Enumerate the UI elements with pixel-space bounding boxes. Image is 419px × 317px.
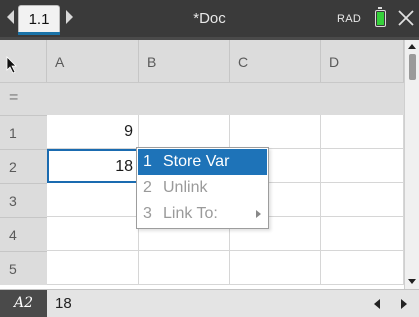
cell-d3[interactable] — [321, 183, 404, 217]
cell-a5[interactable] — [47, 251, 139, 285]
scroll-down-icon[interactable] — [408, 279, 416, 284]
column-formula-row[interactable]: = — [0, 82, 404, 115]
entry-line-input[interactable]: 18 — [55, 295, 72, 312]
scrollbar-thumb[interactable] — [409, 54, 416, 80]
angle-mode-indicator: RAD — [337, 13, 362, 25]
cell-a2[interactable]: 18 — [47, 149, 139, 183]
scroll-right-icon[interactable] — [401, 299, 407, 309]
column-header-a[interactable]: A — [47, 40, 139, 82]
entry-line: A2 18 — [0, 289, 419, 317]
row-header-4[interactable]: 4 — [0, 217, 47, 251]
menu-item-label: Unlink — [163, 179, 208, 196]
menu-item-unlink[interactable]: 2 Unlink — [138, 175, 267, 201]
row-header-2[interactable]: 2 — [0, 149, 47, 183]
row-header-3[interactable]: 3 — [0, 183, 47, 217]
cell-d4[interactable] — [321, 217, 404, 251]
scroll-left-icon[interactable] — [374, 299, 380, 309]
cell-d5[interactable] — [321, 251, 404, 285]
mouse-cursor-icon — [6, 56, 17, 74]
menu-item-number: 1 — [143, 153, 152, 170]
scroll-up-icon[interactable] — [408, 44, 416, 49]
context-menu: 1 Store Var 2 Unlink 3 Link To: — [136, 147, 269, 229]
column-header-b[interactable]: B — [139, 40, 230, 82]
cell-c1[interactable] — [230, 115, 321, 149]
menu-item-label: Store Var — [163, 153, 230, 170]
battery-icon — [375, 7, 386, 27]
menu-item-store-var[interactable]: 1 Store Var — [138, 149, 267, 175]
cell-a4[interactable] — [47, 217, 139, 251]
cell-a3[interactable] — [47, 183, 139, 217]
submenu-arrow-icon — [256, 210, 261, 218]
menu-item-label: Link To: — [163, 205, 218, 222]
row-header-1[interactable]: 1 — [0, 115, 47, 149]
cell-c5[interactable] — [230, 251, 321, 285]
row-header-5[interactable]: 5 — [0, 251, 47, 285]
document-toolbar: 1.1 *Doc RAD — [0, 0, 419, 40]
menu-item-link-to[interactable]: 3 Link To: — [138, 201, 267, 227]
cell-d2[interactable] — [321, 149, 404, 183]
cell-b5[interactable] — [139, 251, 230, 285]
cell-b1[interactable] — [139, 115, 230, 149]
menu-item-number: 2 — [143, 179, 152, 196]
cell-a1[interactable]: 9 — [47, 115, 139, 149]
column-header-d[interactable]: D — [321, 40, 404, 82]
close-icon[interactable] — [397, 9, 415, 27]
vertical-scrollbar[interactable] — [404, 40, 419, 289]
formula-row-symbol: = — [9, 89, 19, 106]
column-header-c[interactable]: C — [230, 40, 321, 82]
cell-reference-label: A2 — [0, 290, 47, 317]
menu-item-number: 3 — [143, 205, 152, 222]
cell-d1[interactable] — [321, 115, 404, 149]
